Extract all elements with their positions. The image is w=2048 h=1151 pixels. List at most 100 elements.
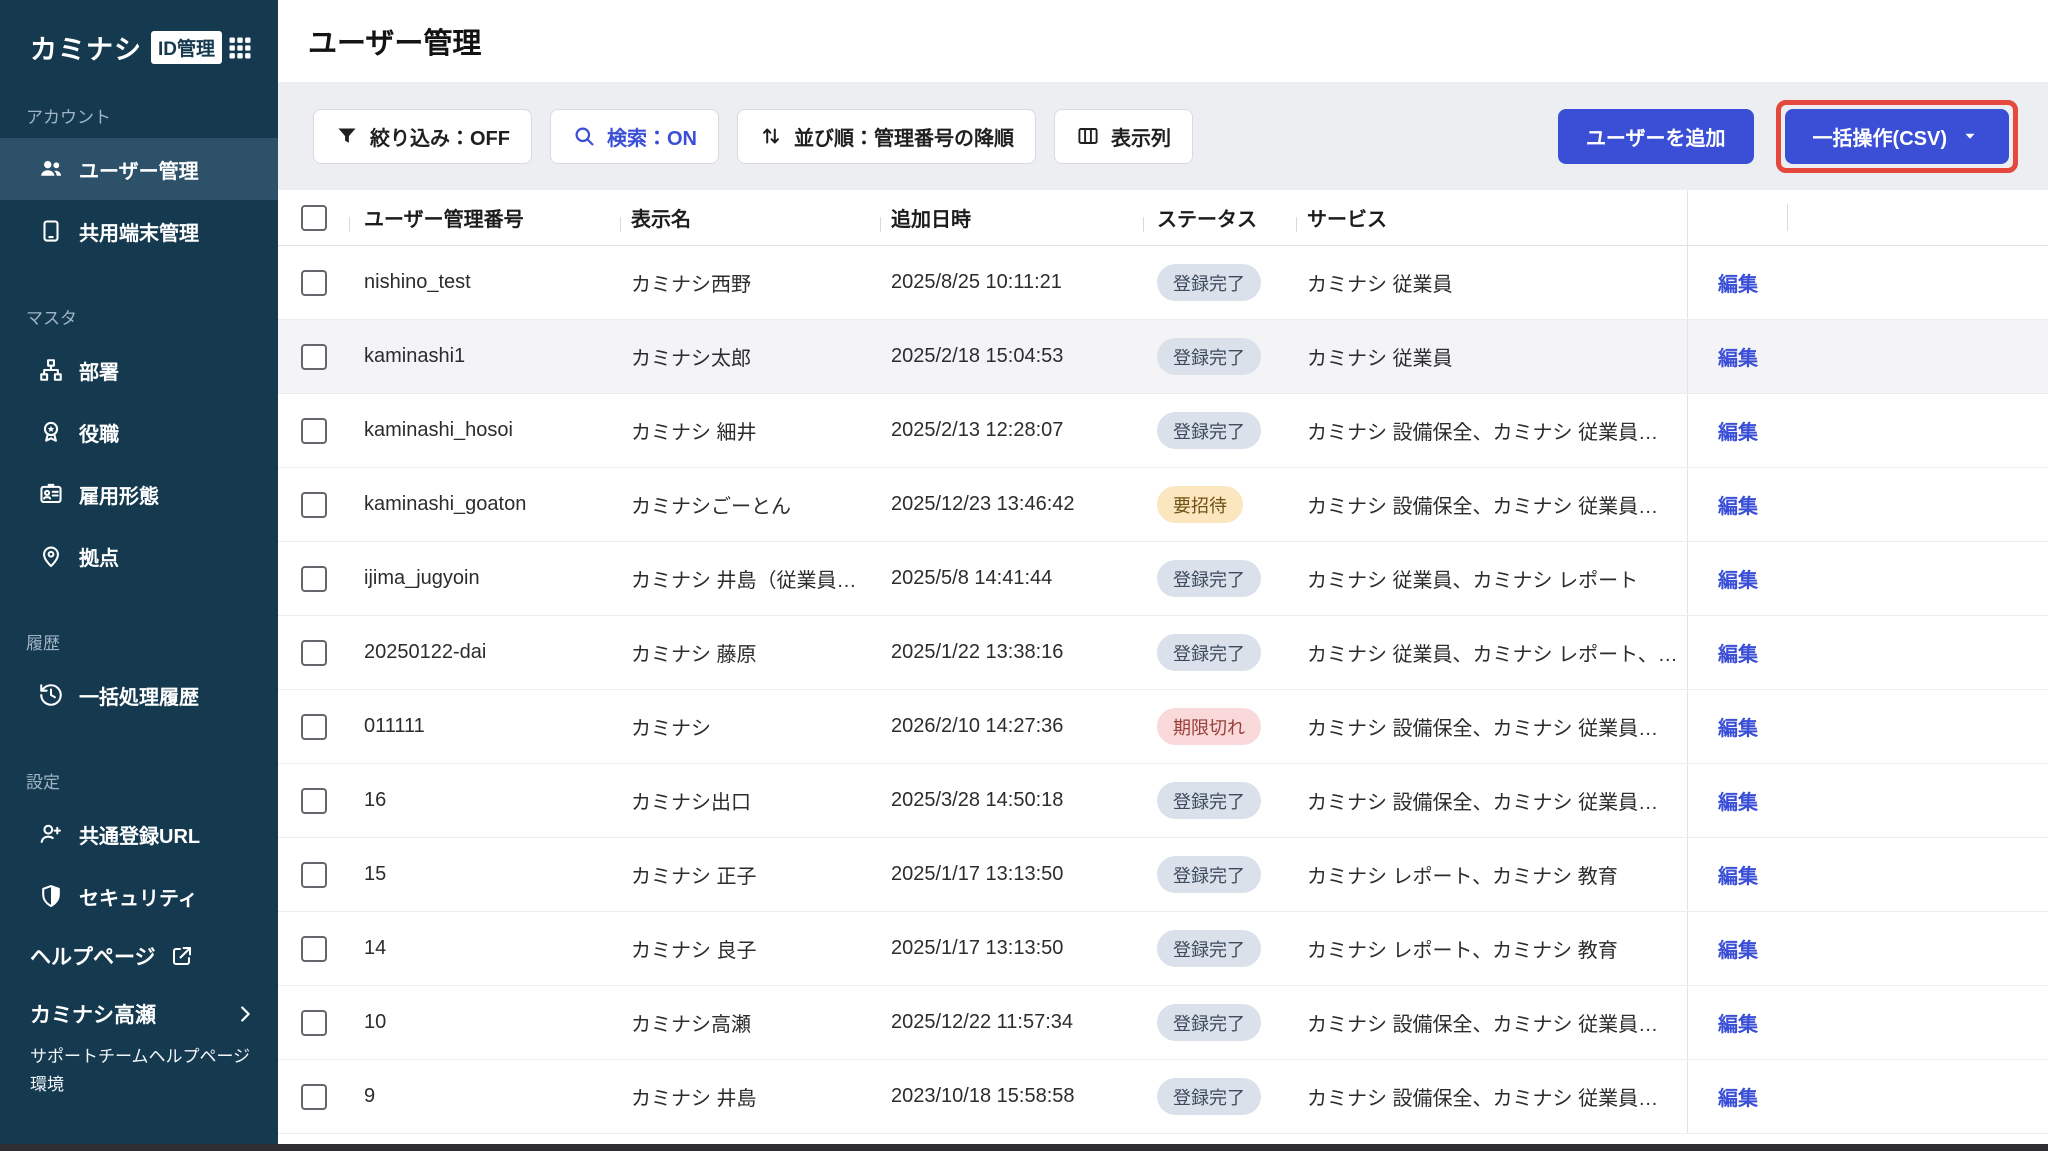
table-row: kaminashi_hosoi カミナシ 細井 2025/2/13 12:28:… [278,394,2048,468]
app-grid-icon[interactable] [226,34,254,62]
services-cell: カミナシ 従業員、カミナシ レポート、… [1296,638,1687,667]
display-name-cell: カミナシ太郎 [620,342,880,371]
user-id-cell: 15 [349,863,620,886]
row-checkbox[interactable] [301,566,327,592]
help-page-link[interactable]: ヘルプページ [30,941,256,971]
shield-icon [38,883,64,909]
user-id-cell: 10 [349,1011,620,1034]
row-checkbox[interactable] [301,418,327,444]
sidebar-item-locations[interactable]: 拠点 [0,525,278,587]
edit-link[interactable]: 編集 [1718,786,1758,815]
sidebar-item-label: 雇用形態 [79,480,159,509]
columns-button[interactable]: 表示列 [1054,109,1193,164]
sidebar-section-label: 設定 [0,726,278,803]
add-user-button[interactable]: ユーザーを追加 [1558,109,1754,164]
row-checkbox[interactable] [301,640,327,666]
table-row: 10 カミナシ高瀬 2025/12/22 11:57:34 登録完了 カミナシ … [278,986,2048,1060]
table-row: nishino_test カミナシ西野 2025/8/25 10:11:21 登… [278,246,2048,320]
sidebar-section-label: マスタ [0,262,278,339]
sidebar-item-common-registration-url[interactable]: 共通登録URL [0,803,278,865]
toolbar-right: ユーザーを追加 一括操作(CSV) [1558,100,2018,173]
users-table: ユーザー管理番号 表示名 追加日時 ステータス サービス nishino_tes… [278,190,2048,1151]
status-cell: 登録完了 [1143,930,1296,967]
added-date-cell: 2025/8/25 10:11:21 [880,271,1143,294]
sort-arrows-icon [759,124,783,148]
sidebar-item-departments[interactable]: 部署 [0,339,278,401]
display-name-cell: カミナシ西野 [620,268,880,297]
sidebar-item-shared-device-management[interactable]: 共用端末管理 [0,200,278,262]
sidebar-section: 履歴 一括処理履歴 [0,587,278,726]
edit-link[interactable]: 編集 [1718,342,1758,371]
select-all-checkbox[interactable] [301,205,327,231]
sidebar-item-label: 拠点 [79,542,119,571]
added-date-cell: 2025/2/13 12:28:07 [880,419,1143,442]
edit-link[interactable]: 編集 [1718,1082,1758,1111]
display-name-cell: カミナシ 井島 [620,1082,880,1111]
sidebar-item-user-management[interactable]: ユーザー管理 [0,138,278,200]
sidebar: カミナシ ID管理 アカウント ユーザー管理 共用端末管理 マスタ 部署 役職 … [0,0,278,1151]
red-annotation-box: 一括操作(CSV) [1776,100,2018,173]
edit-link[interactable]: 編集 [1718,1008,1758,1037]
sidebar-section: アカウント ユーザー管理 共用端末管理 [0,71,278,262]
sidebar-item-security[interactable]: セキュリティ [0,865,278,927]
user-id-cell: 20250122-dai [349,641,620,664]
page-header: ユーザー管理 [278,0,2048,82]
row-checkbox[interactable] [301,270,327,296]
edit-link[interactable]: 編集 [1718,564,1758,593]
added-date-cell: 2025/1/22 13:38:16 [880,641,1143,664]
row-checkbox[interactable] [301,714,327,740]
user-id-cell: 14 [349,937,620,960]
table-row: 011111 カミナシ 2026/2/10 14:27:36 期限切れ カミナシ… [278,690,2048,764]
edit-link[interactable]: 編集 [1718,268,1758,297]
services-cell: カミナシ 設備保全、カミナシ 従業員… [1296,416,1687,445]
account-menu[interactable]: カミナシ高瀬 [30,999,256,1029]
added-date-cell: 2023/10/18 15:58:58 [880,1085,1143,1108]
user-id-cell: 011111 [349,715,620,738]
row-checkbox[interactable] [301,344,327,370]
edit-link[interactable]: 編集 [1718,416,1758,445]
display-name-cell: カミナシ高瀬 [620,1008,880,1037]
sidebar-item-roles[interactable]: 役職 [0,401,278,463]
bulk-operation-csv-button[interactable]: 一括操作(CSV) [1785,109,2009,164]
row-checkbox[interactable] [301,936,327,962]
display-name-cell: カミナシ [620,712,880,741]
external-link-icon [170,944,194,968]
medal-icon [38,419,64,445]
row-checkbox[interactable] [301,788,327,814]
row-checkbox[interactable] [301,1084,327,1110]
sort-button-label: 並び順：管理番号の降順 [794,122,1014,151]
status-badge: 登録完了 [1157,856,1261,893]
row-checkbox[interactable] [301,862,327,888]
sidebar-section: 設定 共通登録URL セキュリティ [0,726,278,927]
edit-link[interactable]: 編集 [1718,860,1758,889]
status-badge: 登録完了 [1157,1004,1261,1041]
table-row: 14 カミナシ 良子 2025/1/17 13:13:50 登録完了 カミナシ … [278,912,2048,986]
row-checkbox[interactable] [301,492,327,518]
sidebar-item-label: 共用端末管理 [79,217,199,246]
sidebar-item-label: 部署 [79,356,119,385]
edit-link[interactable]: 編集 [1718,712,1758,741]
table-row: 16 カミナシ出口 2025/3/28 14:50:18 登録完了 カミナシ 設… [278,764,2048,838]
edit-link[interactable]: 編集 [1718,490,1758,519]
status-badge: 要招待 [1157,486,1243,523]
environment-label: サポートチームヘルプページ環境 [30,1043,256,1099]
filter-button-label: 絞り込み：OFF [370,122,510,151]
user-id-cell: kaminashi_hosoi [349,419,620,442]
sidebar-item-bulk-process-history[interactable]: 一括処理履歴 [0,664,278,726]
filter-button[interactable]: 絞り込み：OFF [313,109,532,164]
sidebar-section-label: 履歴 [0,587,278,664]
org-chart-icon [38,357,64,383]
sort-button[interactable]: 並び順：管理番号の降順 [737,109,1036,164]
edit-link[interactable]: 編集 [1718,934,1758,963]
edit-link[interactable]: 編集 [1718,638,1758,667]
status-cell: 登録完了 [1143,264,1296,301]
display-name-cell: カミナシ 良子 [620,934,880,963]
sidebar-item-employment-types[interactable]: 雇用形態 [0,463,278,525]
column-header-service: サービス [1296,203,1687,232]
tablet-icon [38,218,64,244]
search-button[interactable]: 検索：ON [550,109,719,164]
brand-logo-text: カミナシ [30,28,142,67]
status-badge: 登録完了 [1157,930,1261,967]
status-cell: 期限切れ [1143,708,1296,745]
row-checkbox[interactable] [301,1010,327,1036]
